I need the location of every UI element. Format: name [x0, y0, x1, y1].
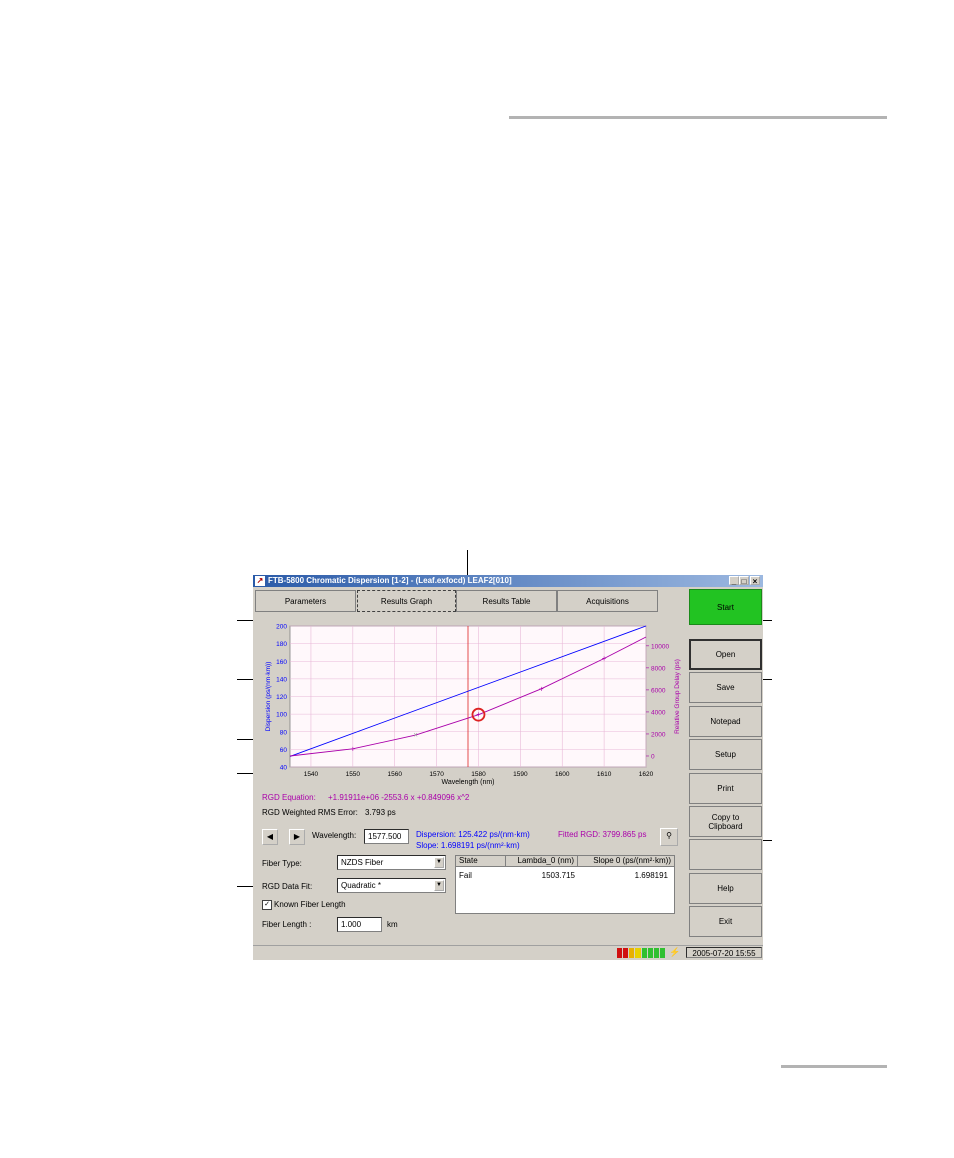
callout-line-top — [467, 550, 468, 575]
rms-error-value: 3.793 ps — [365, 808, 396, 817]
chevron-down-icon[interactable]: ▼ — [434, 857, 444, 868]
window-title: FTB-5800 Chromatic Dispersion [1-2] - (L… — [268, 576, 512, 585]
rgd-data-point: + — [539, 684, 544, 693]
rgd-equation-label: RGD Equation: — [262, 793, 316, 802]
fiber-length-unit: km — [387, 920, 398, 929]
rgd-data-fit-select[interactable]: Quadratic * ▼ — [337, 878, 446, 893]
zoom-button[interactable]: ⚲ — [660, 828, 678, 846]
fiber-type-label: Fiber Type: — [262, 859, 302, 868]
x-tick-label: 1610 — [597, 771, 612, 778]
setup-button[interactable]: Setup — [689, 739, 762, 770]
table-cell-slope0: 1.698191 — [634, 871, 668, 880]
status-bar: ⚡ 2005-07-20 15:55 — [253, 945, 763, 960]
x-tick-label: 1620 — [639, 771, 654, 778]
page-header-rule — [509, 116, 887, 119]
table-header-slope0[interactable]: Slope 0 (ps/(nm²·km)) — [578, 856, 674, 867]
y-tick-label: 140 — [276, 676, 287, 683]
tab-results-table[interactable]: Results Table — [456, 590, 557, 612]
x-tick-label: 1570 — [429, 771, 444, 778]
results-table[interactable]: State Lambda_0 (nm) Slope 0 (ps/(nm²·km)… — [455, 855, 675, 914]
fiber-length-label: Fiber Length : — [262, 920, 312, 929]
slope-readout: Slope: 1.698191 ps/(nm²·km) — [416, 841, 520, 850]
rgd-data-fit-label: RGD Data Fit: — [262, 882, 313, 891]
y-tick-label: 80 — [280, 729, 288, 736]
next-point-button[interactable]: ▶ — [289, 829, 305, 845]
previous-point-button[interactable]: ◀ — [262, 829, 278, 845]
y2-tick-label: 2000 — [651, 731, 666, 738]
table-cell-lambda0: 1503.715 — [541, 871, 575, 880]
table-header-lambda0[interactable]: Lambda_0 (nm) — [506, 856, 578, 867]
known-fiber-length-checkbox[interactable]: ✓ — [262, 900, 272, 910]
y2-tick-label: 10000 — [651, 643, 669, 650]
wavelength-label: Wavelength: — [312, 831, 357, 840]
y2-tick-label: 6000 — [651, 687, 666, 694]
x-tick-label: 1590 — [513, 771, 528, 778]
status-timestamp: 2005-07-20 15:55 — [686, 947, 762, 958]
rgd-equation-value: +1.91911e+06 -2553.6 x +0.849096 x^2 — [328, 793, 470, 802]
y-tick-label: 200 — [276, 624, 287, 631]
y2-tick-label: 4000 — [651, 709, 666, 716]
magnifier-icon: ⚲ — [666, 831, 672, 840]
tab-acquisitions[interactable]: Acquisitions — [557, 590, 658, 612]
save-button[interactable]: Save — [689, 672, 762, 703]
start-button[interactable]: Start — [689, 589, 762, 625]
y-tick-label: 100 — [276, 712, 287, 719]
results-chart[interactable]: +×+++ 1540 1550 1560 1570 1580 1590 1600 1610 16… — [253, 621, 683, 788]
fiber-type-select[interactable]: NZDS Fiber ▼ — [337, 855, 446, 870]
signal-level-meter — [617, 948, 665, 958]
x-tick-label: 1600 — [555, 771, 570, 778]
print-button[interactable]: Print — [689, 773, 762, 804]
blank-button[interactable] — [689, 839, 762, 870]
rgd-data-point: + — [350, 744, 355, 753]
y-tick-label: 60 — [280, 747, 288, 754]
y2-tick-label: 8000 — [651, 665, 666, 672]
left-arrow-icon: ◀ — [266, 832, 274, 841]
y2-axis-label: Relative Group Delay (ps) — [674, 659, 681, 734]
y-axis-label: Dispersion (ps/(nm·km)) — [265, 662, 272, 732]
table-cell-state: Fail — [459, 871, 472, 880]
right-arrow-icon: ▶ — [293, 832, 301, 841]
open-button[interactable]: Open — [689, 639, 762, 670]
rms-error-label: RGD Weighted RMS Error: — [262, 808, 358, 817]
app-icon: ↗ — [255, 576, 265, 586]
dispersion-readout: Dispersion: 125.422 ps/(nm·km) — [416, 830, 530, 839]
rgd-data-point: × — [413, 731, 418, 740]
exit-button[interactable]: Exit — [689, 906, 762, 937]
page-footer-rule — [781, 1065, 887, 1068]
rgd-data-fit-value: Quadratic * — [341, 881, 382, 890]
minimize-button[interactable]: _ — [729, 576, 739, 586]
fitted-rgd-readout: Fitted RGD: 3799.865 ps — [558, 830, 647, 839]
x-tick-label: 1550 — [346, 771, 361, 778]
rgd-data-point: + — [476, 710, 481, 719]
maximize-button[interactable]: □ — [739, 576, 749, 586]
x-tick-label: 1580 — [471, 771, 486, 778]
wavelength-input[interactable]: 1577.500 — [364, 829, 409, 844]
y2-tick-label: 0 — [651, 753, 655, 760]
table-header-state[interactable]: State — [456, 856, 506, 867]
help-button[interactable]: Help — [689, 873, 762, 904]
copy-to-clipboard-button[interactable]: Copy to Clipboard — [689, 806, 762, 837]
power-plug-icon: ⚡ — [669, 947, 681, 957]
chevron-down-icon[interactable]: ▼ — [434, 880, 444, 891]
y-tick-label: 160 — [276, 659, 287, 666]
known-fiber-length-label[interactable]: Known Fiber Length — [274, 900, 346, 909]
tab-results-graph[interactable]: Results Graph — [357, 590, 456, 612]
fiber-type-value: NZDS Fiber — [341, 858, 384, 867]
y-tick-label: 180 — [276, 641, 287, 648]
notepad-button[interactable]: Notepad — [689, 706, 762, 737]
title-bar: ↗ FTB-5800 Chromatic Dispersion [1-2] - … — [253, 575, 763, 587]
x-tick-label: 1540 — [304, 771, 319, 778]
y-tick-label: 40 — [280, 765, 288, 772]
x-axis-label: Wavelength (nm) — [441, 779, 494, 786]
x-tick-label: 1560 — [387, 771, 402, 778]
app-window: ↗ FTB-5800 Chromatic Dispersion [1-2] - … — [253, 575, 763, 960]
fiber-length-input[interactable]: 1.000 — [337, 917, 382, 932]
y-tick-label: 120 — [276, 694, 287, 701]
tab-parameters[interactable]: Parameters — [255, 590, 356, 612]
close-button[interactable]: × — [750, 576, 760, 586]
rgd-data-point: + — [602, 654, 607, 663]
